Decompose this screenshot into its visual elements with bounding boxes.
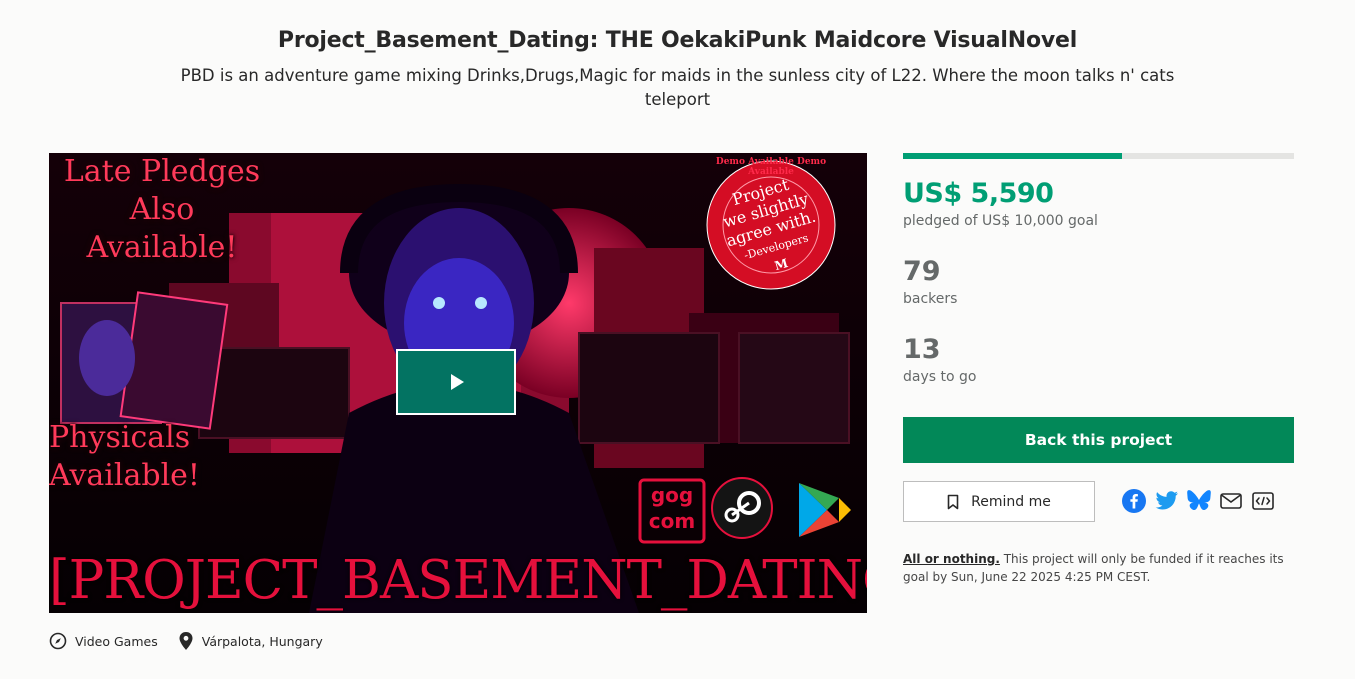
pledged-amount: US$ 5,590 (903, 178, 1054, 209)
funding-terms: All or nothing. This project will only b… (903, 550, 1303, 586)
location-pin-icon (179, 632, 193, 650)
remind-me-label: Remind me (971, 493, 1051, 510)
bookmark-icon (947, 494, 959, 509)
gog-line2: com (648, 509, 696, 533)
days-to-go-label: days to go (903, 369, 977, 385)
days-to-go-count: 13 (903, 334, 941, 365)
project-tags: Video Games Várpalota, Hungary (49, 631, 343, 651)
google-play-logo-icon (797, 481, 853, 539)
funding-progress-bar (903, 153, 1294, 159)
twitter-icon[interactable] (1155, 489, 1179, 513)
category-tag[interactable]: Video Games (49, 632, 158, 650)
backers-count: 79 (903, 256, 941, 287)
steam-logo-icon (712, 478, 772, 538)
embed-icon[interactable] (1251, 489, 1275, 513)
demo-badge-ring: Demo Available Demo Available (715, 157, 827, 177)
physicals-line1: Physicals (49, 420, 191, 455)
demo-badge: Demo Available Demo Available Project we… (707, 157, 835, 289)
physicals-text: Physicals Available! (49, 419, 200, 495)
play-video-button[interactable] (396, 349, 516, 415)
late-pledges-line1: Late Pledges (63, 154, 261, 189)
remind-me-button[interactable]: Remind me (903, 481, 1095, 522)
play-icon (451, 374, 464, 390)
goal-text: pledged of US$ 10,000 goal (903, 213, 1098, 229)
category-label: Video Games (75, 633, 158, 649)
late-pledges-line2: Also Available! (86, 192, 238, 265)
gog-logo: gog com (640, 482, 704, 534)
late-pledges-text: Late Pledges Also Available! (57, 153, 267, 267)
project-blurb: PBD is an adventure game mixing Drinks,D… (180, 66, 1175, 109)
physicals-line2: Available! (49, 458, 200, 493)
gog-line1: gog (650, 483, 694, 507)
email-icon[interactable] (1219, 489, 1243, 513)
all-or-nothing-link[interactable]: All or nothing. (903, 552, 1000, 566)
location-label: Várpalota, Hungary (201, 633, 323, 649)
project-title: Project_Basement_Dating: THE OekakiPunk … (277, 28, 1078, 53)
game-title-banner: [PROJECT_BASEMENT_DATING] (49, 550, 867, 611)
project-video[interactable]: Late Pledges Also Available! Physicals A… (49, 153, 867, 613)
backers-label: backers (903, 291, 958, 307)
back-project-button[interactable]: Back this project (903, 417, 1294, 463)
compass-icon (49, 632, 67, 650)
location-tag[interactable]: Várpalota, Hungary (178, 631, 323, 651)
bluesky-icon[interactable] (1187, 489, 1211, 513)
funding-progress-fill (903, 153, 1122, 159)
facebook-icon[interactable] (1122, 489, 1146, 513)
